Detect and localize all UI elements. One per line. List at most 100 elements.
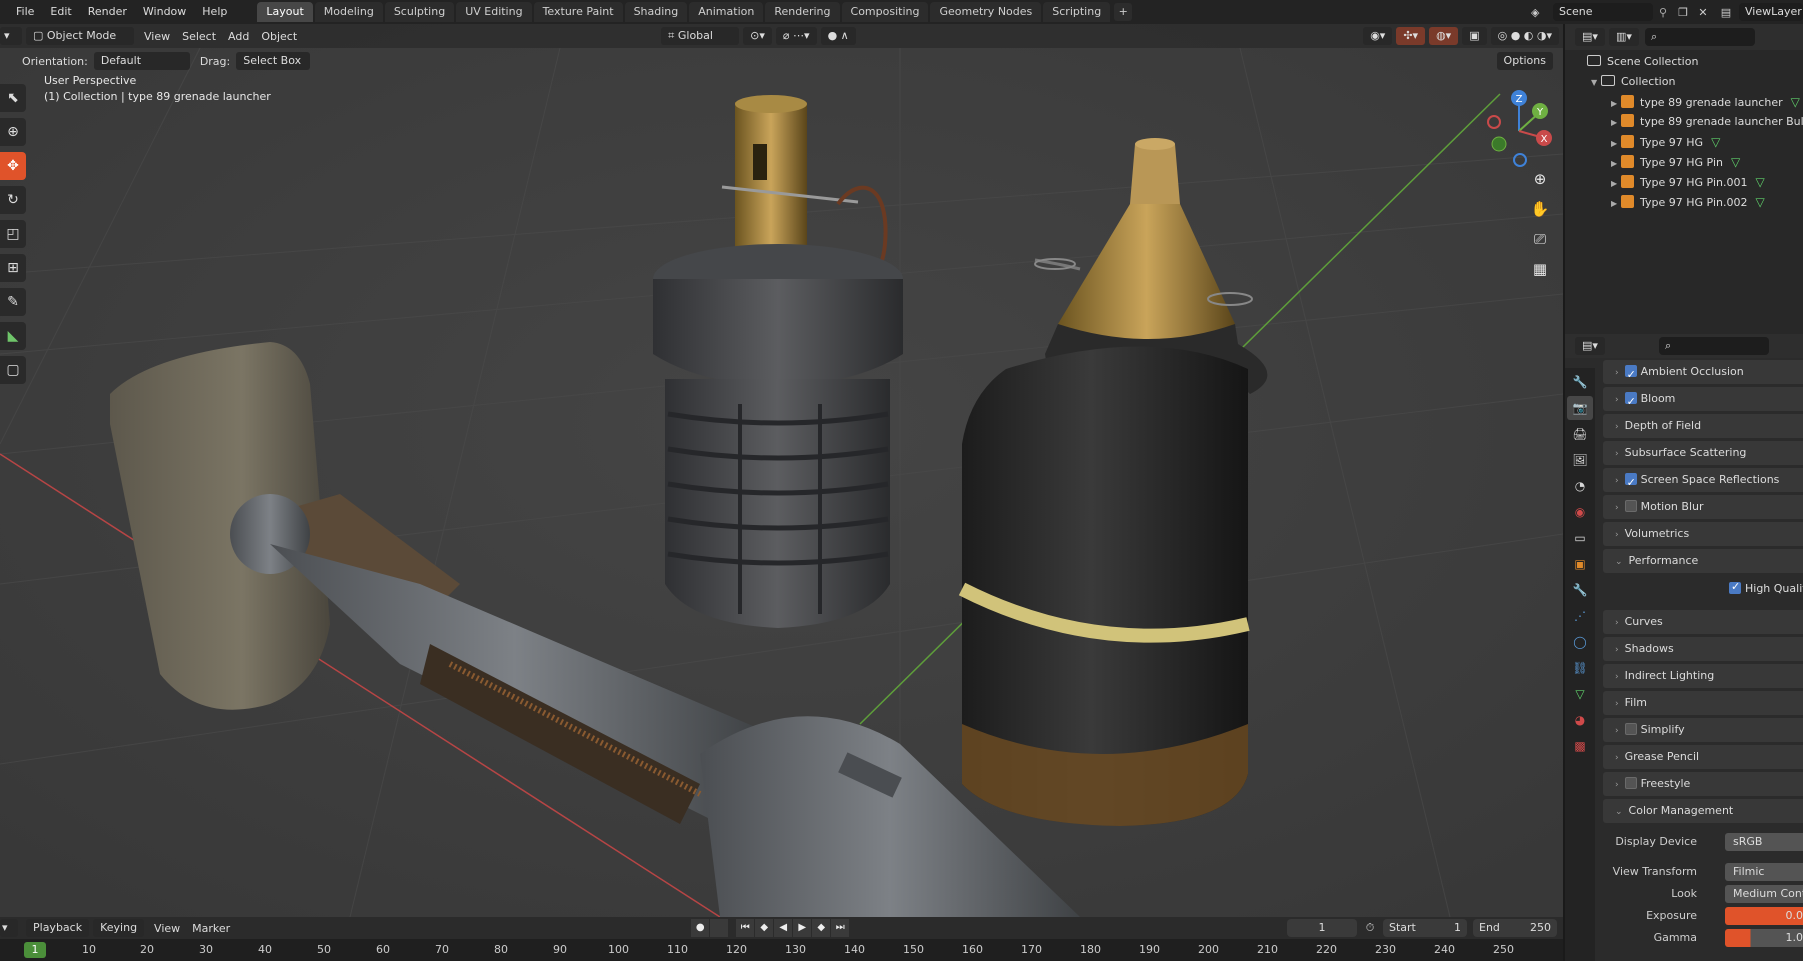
- panel-bloom[interactable]: › Bloom: [1603, 387, 1803, 414]
- prev-keyframe-icon[interactable]: ◆: [755, 919, 774, 937]
- collection-tab-icon[interactable]: ▭: [1567, 526, 1593, 550]
- menu-window[interactable]: Window: [135, 0, 194, 24]
- modifier-tab-icon[interactable]: 🔧: [1567, 578, 1593, 602]
- frame-ruler[interactable]: 1 10 20 30 40 50 60 70 80 90 100 110 120…: [0, 939, 1563, 961]
- orientation-selector[interactable]: Default: [93, 52, 190, 70]
- outliner-search-input[interactable]: ⌕: [1645, 28, 1755, 46]
- constraints-tab-icon[interactable]: ⛓: [1567, 656, 1593, 680]
- transform-orientation-selector[interactable]: ⌗ Global: [661, 27, 740, 45]
- panel-film[interactable]: › Film: [1603, 691, 1803, 715]
- display-device-field[interactable]: sRGB: [1725, 833, 1803, 851]
- navigation-gizmo[interactable]: Z Y X: [1474, 86, 1563, 176]
- gamma-field[interactable]: 1.0: [1725, 929, 1803, 947]
- high-quality-normals-option[interactable]: High Quality: [1729, 580, 1803, 595]
- render-tab-icon[interactable]: 📷: [1567, 396, 1593, 420]
- outliner-object-row[interactable]: ▶ Type 97 HG Pin.002 ▽: [1565, 192, 1803, 212]
- panel-performance[interactable]: ⌄ Performance: [1603, 549, 1803, 573]
- tab-sculpting[interactable]: Sculpting: [384, 2, 455, 22]
- start-frame-field[interactable]: Start 1: [1383, 919, 1467, 937]
- add-cube-tool-icon[interactable]: ▢: [0, 356, 26, 384]
- tab-texture-paint[interactable]: Texture Paint: [533, 2, 623, 22]
- menu-object[interactable]: Object: [255, 30, 303, 43]
- expand-object-icon[interactable]: ▶: [1611, 174, 1621, 194]
- preview-range-icon[interactable]: ⏱: [1357, 921, 1383, 935]
- end-frame-field[interactable]: End 250: [1473, 919, 1557, 937]
- view-layer-tab-icon[interactable]: 🖼: [1567, 448, 1593, 472]
- menu-render[interactable]: Render: [80, 0, 135, 24]
- properties-editor-type-button[interactable]: ▤▾: [1575, 337, 1605, 355]
- transform-tool-icon[interactable]: ⊞: [0, 254, 26, 282]
- object-tab-icon[interactable]: ▣: [1567, 552, 1593, 576]
- menu-help[interactable]: Help: [194, 0, 235, 24]
- tab-rendering[interactable]: Rendering: [765, 2, 840, 22]
- editor-type-button[interactable]: ▾: [0, 27, 22, 45]
- zoom-icon[interactable]: ⊕: [1525, 166, 1555, 192]
- outliner-object-row[interactable]: ▶ type 89 grenade launcher ▽: [1565, 92, 1803, 112]
- data-tab-icon[interactable]: ▽: [1567, 682, 1593, 706]
- pivot-point-button[interactable]: ⊙▾: [743, 27, 772, 45]
- menu-file[interactable]: File: [8, 0, 42, 24]
- pan-hand-icon[interactable]: ✋: [1525, 196, 1555, 222]
- cursor-tool-icon[interactable]: ⊕: [0, 118, 26, 146]
- mode-selector[interactable]: ▢ Object Mode: [26, 27, 134, 45]
- tab-compositing[interactable]: Compositing: [841, 2, 929, 22]
- expand-object-icon[interactable]: ▶: [1611, 94, 1621, 114]
- tab-modeling[interactable]: Modeling: [314, 2, 383, 22]
- output-tab-icon[interactable]: 🖨: [1567, 422, 1593, 446]
- freestyle-checkbox[interactable]: [1624, 777, 1637, 789]
- look-field[interactable]: Medium Contra: [1725, 885, 1803, 903]
- current-frame-field[interactable]: 1: [1287, 919, 1357, 937]
- outliner-collection[interactable]: ▼ Collection: [1565, 72, 1803, 92]
- remove-scene-icon[interactable]: ✕: [1693, 6, 1713, 19]
- tab-scripting[interactable]: Scripting: [1043, 2, 1111, 22]
- high-quality-checkbox[interactable]: [1729, 580, 1741, 594]
- auto-keying-button[interactable]: ●: [691, 919, 710, 937]
- shading-buttons[interactable]: ◎ ● ◐ ◑▾: [1490, 27, 1559, 45]
- ssr-checkbox[interactable]: [1624, 471, 1637, 495]
- select-tool-icon[interactable]: ⬉: [0, 84, 26, 112]
- current-frame-marker[interactable]: 1: [24, 942, 46, 958]
- scene-icon[interactable]: ◈: [1531, 6, 1553, 19]
- tool-tab-icon[interactable]: 🔧: [1567, 370, 1593, 394]
- view-transform-field[interactable]: Filmic: [1725, 863, 1803, 881]
- mesh-data-icon[interactable]: ▽: [1791, 95, 1800, 109]
- play-icon[interactable]: ▶: [793, 919, 812, 937]
- expand-object-icon[interactable]: ▶: [1611, 154, 1621, 174]
- panel-color-management[interactable]: ⌄ Color Management: [1603, 799, 1803, 823]
- panel-freestyle[interactable]: › Freestyle: [1603, 772, 1803, 796]
- scene-tab-icon[interactable]: ◔: [1567, 474, 1593, 498]
- physics-tab-icon[interactable]: ◯: [1567, 630, 1593, 654]
- world-tab-icon[interactable]: ◉: [1567, 500, 1593, 524]
- display-mode-button[interactable]: ▥▾: [1609, 28, 1639, 46]
- motion-blur-checkbox[interactable]: [1624, 500, 1637, 512]
- outliner-scene-collection[interactable]: Scene Collection: [1565, 52, 1803, 72]
- texture-tab-icon[interactable]: ▩: [1567, 734, 1593, 758]
- xray-button[interactable]: ▣: [1462, 27, 1487, 45]
- timeline-editor-type-button[interactable]: ▾: [0, 919, 18, 937]
- ambient-occlusion-checkbox[interactable]: [1624, 363, 1637, 387]
- add-workspace-button[interactable]: +: [1114, 3, 1133, 21]
- menu-view[interactable]: View: [138, 30, 176, 43]
- mesh-data-icon[interactable]: ▽: [1731, 155, 1740, 169]
- particles-tab-icon[interactable]: ⋰: [1567, 604, 1593, 628]
- drag-selector[interactable]: Select Box: [236, 52, 311, 70]
- proportional-edit-button[interactable]: ● ∧: [820, 27, 856, 45]
- menu-edit[interactable]: Edit: [42, 0, 79, 24]
- simplify-checkbox[interactable]: [1624, 723, 1637, 735]
- timeline-view-menu[interactable]: View: [148, 922, 186, 935]
- camera-view-icon[interactable]: ⎚: [1525, 226, 1555, 252]
- panel-volumetrics[interactable]: › Volumetrics: [1603, 522, 1803, 546]
- panel-curves[interactable]: › Curves: [1603, 610, 1803, 634]
- outliner-object-row[interactable]: ▶ type 89 grenade launcher Bulle: [1565, 112, 1803, 132]
- panel-shadows[interactable]: › Shadows: [1603, 637, 1803, 661]
- panel-depth-of-field[interactable]: › Depth of Field: [1603, 414, 1803, 438]
- properties-search-input[interactable]: ⌕: [1659, 337, 1769, 355]
- panel-indirect-lighting[interactable]: › Indirect Lighting: [1603, 664, 1803, 688]
- panel-motion-blur[interactable]: › Motion Blur: [1603, 495, 1803, 519]
- visibility-button[interactable]: ◉▾: [1363, 27, 1393, 45]
- panel-ambient-occlusion[interactable]: › Ambient Occlusion: [1603, 360, 1803, 387]
- move-tool-icon[interactable]: ✥: [0, 152, 26, 180]
- material-tab-icon[interactable]: ◕: [1567, 708, 1593, 732]
- panel-subsurface-scattering[interactable]: › Subsurface Scattering: [1603, 441, 1803, 465]
- mesh-data-icon[interactable]: ▽: [1711, 135, 1720, 149]
